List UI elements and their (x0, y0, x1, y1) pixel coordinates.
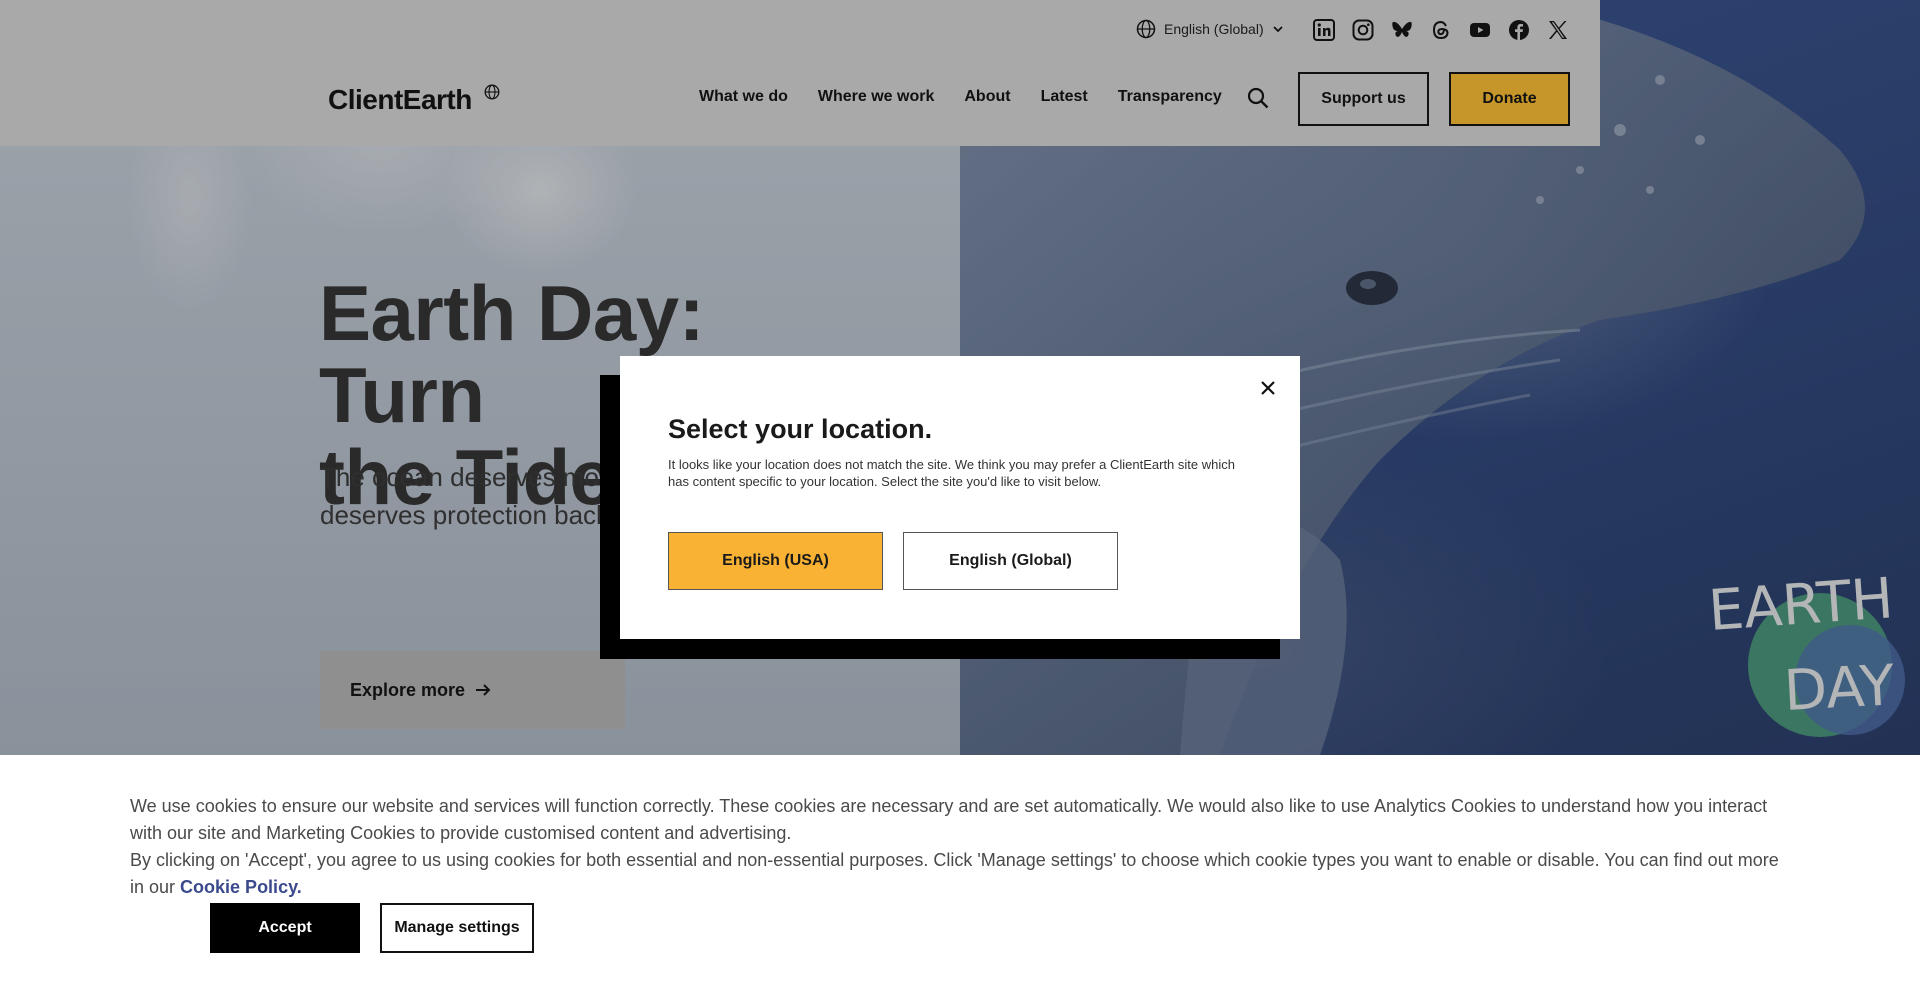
chevron-down-icon (1272, 26, 1283, 33)
cookie-policy-link[interactable]: Cookie Policy. (180, 877, 302, 897)
location-modal (620, 356, 1300, 639)
manage-settings-button[interactable]: Manage settings (380, 903, 534, 953)
modal-body-text: It looks like your location does not mat… (668, 457, 1235, 489)
nav-item-what-we-do[interactable]: What we do (699, 88, 788, 106)
close-icon[interactable] (1258, 378, 1278, 398)
english-usa-button[interactable]: English (USA) (668, 532, 883, 590)
logo-globe-icon (484, 84, 500, 100)
nav-item-about[interactable]: About (964, 88, 1010, 106)
linkedin-icon[interactable] (1312, 18, 1335, 41)
threads-icon[interactable] (1429, 18, 1452, 41)
cookie-banner-text: We use cookies to ensure our website and… (130, 793, 1790, 901)
site-logo[interactable]: ClientEarth (328, 84, 472, 116)
cookie-paragraph-1: We use cookies to ensure our website and… (130, 796, 1768, 843)
instagram-icon[interactable] (1351, 18, 1374, 41)
cookie-paragraph-2-text: By clicking on 'Accept', you agree to us… (130, 850, 1779, 897)
language-selector[interactable]: English (Global) (1136, 19, 1284, 39)
nav-item-where-we-work[interactable]: Where we work (818, 88, 934, 106)
bluesky-icon[interactable] (1390, 18, 1413, 41)
language-selector-wrap: English (Global) (1136, 16, 1284, 42)
support-us-button[interactable]: Support us (1298, 72, 1429, 126)
explore-more-label: Explore more (350, 679, 466, 700)
modal-title: Select your location. (668, 414, 933, 444)
donate-button[interactable]: Donate (1449, 72, 1570, 126)
main-nav: What we do Where we work About Latest Tr… (699, 88, 1222, 106)
facebook-icon[interactable] (1507, 18, 1530, 41)
social-links (1312, 18, 1569, 41)
x-icon[interactable] (1546, 18, 1569, 41)
explore-more-button[interactable]: Explore more (320, 651, 625, 729)
globe-icon (1136, 19, 1156, 39)
nav-item-transparency[interactable]: Transparency (1118, 88, 1222, 106)
english-global-button[interactable]: English (Global) (903, 532, 1118, 590)
language-label: English (Global) (1164, 21, 1264, 37)
accept-cookies-button[interactable]: Accept (210, 903, 360, 953)
youtube-icon[interactable] (1468, 18, 1491, 41)
search-icon[interactable] (1247, 87, 1269, 109)
site-header: English (Global) ClientEarth What we do … (0, 0, 1600, 146)
cookie-paragraph-2: By clicking on 'Accept', you agree to us… (130, 847, 1790, 901)
arrow-right-icon (476, 684, 491, 696)
nav-item-latest[interactable]: Latest (1041, 88, 1088, 106)
